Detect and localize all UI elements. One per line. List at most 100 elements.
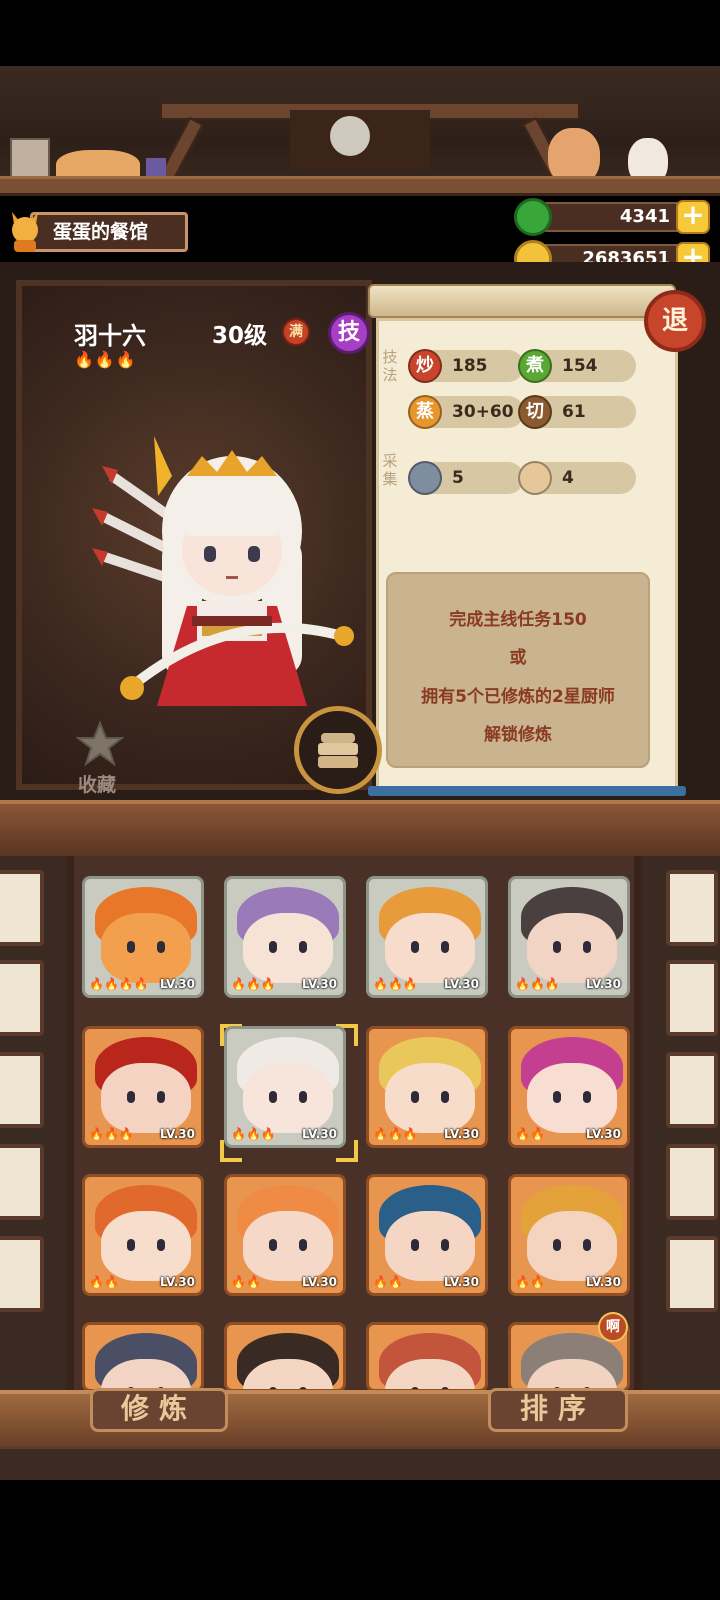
chef-card-level: LV.30 [586,1275,621,1289]
right-shelf [666,960,718,1036]
chef-eye [553,941,561,953]
chef-avatar [385,913,475,983]
chef-eye [441,1239,449,1251]
bread-value: 4 [562,468,574,488]
chef-card-level: LV.30 [586,977,621,991]
chef-avatar [101,913,191,983]
chef-card-stars: 🔥🔥 [373,1275,403,1289]
unlock-line-4: 解锁修炼 [484,725,552,745]
cut-icon: 切 [518,395,552,429]
chef-card[interactable]: 🔥🔥🔥 LV.30 [224,1026,346,1148]
gather-label: 采集 [382,452,398,488]
left-shelf [0,1144,44,1220]
steamer-icon [318,733,358,768]
roof-shelf [0,176,720,196]
chef-card[interactable]: 🔥🔥🔥 LV.30 [366,876,488,998]
restaurant-name: 蛋蛋的餐馆 [30,212,188,252]
chef-card[interactable]: 🔥🔥🔥 LV.30 [508,876,630,998]
restaurant-name-tag[interactable]: 蛋蛋的餐馆 [6,208,188,256]
fox-mascot-icon [12,212,38,252]
right-shelf [666,1052,718,1128]
chef-card-level: LV.30 [302,1275,337,1289]
chef-card-level: LV.30 [302,977,337,991]
chef-card[interactable]: 🔥🔥🔥 LV.30 [82,1026,204,1148]
chef-eye [583,1239,591,1251]
chef-eye [299,1091,307,1103]
train-button[interactable]: 修炼 [90,1388,228,1432]
green-jade-icon [514,198,552,236]
chef-eye [553,1091,561,1103]
chef-avatar [385,1211,475,1281]
left-shelf [0,870,44,946]
chef-card[interactable]: 🔥🔥 LV.30 [366,1174,488,1296]
chef-card-level: LV.30 [302,1127,337,1141]
chef-avatar [243,1063,333,1133]
raccoon-icon [330,116,370,156]
chef-card-stars: 🔥🔥🔥🔥 [89,977,149,991]
scroll-top-roll [368,284,676,318]
nav-area [0,1480,720,1600]
chef-card-stars: 🔥🔥 [231,1275,261,1289]
chef-card-level: LV.30 [160,1127,195,1141]
chef-card[interactable]: 🔥🔥 LV.30 [82,1174,204,1296]
unlock-line-3: 拥有5个已修炼的2星厨师 [421,687,615,707]
chef-eye [269,1239,277,1251]
max-level-badge: 满 [282,318,310,346]
bread-icon [518,461,552,495]
chef-card-stars: 🔥🔥 [89,1275,119,1289]
chef-card[interactable]: 🔥🔥🔥🔥 LV.30 [82,876,204,998]
add-jade-button[interactable]: + [676,200,710,234]
left-shelf [0,1052,44,1128]
chef-card[interactable]: 🔥🔥 LV.30 [508,1174,630,1296]
chef-card[interactable]: 🔥🔥🔥 LV.30 [366,1026,488,1148]
cut-value: 61 [562,402,586,422]
chef-card-level: LV.30 [160,977,195,991]
chef-card[interactable] [224,1322,346,1392]
technique-label: 技法 [382,348,398,384]
chef-eye [411,941,419,953]
right-shelf [666,1144,718,1220]
chef-card-stars: 🔥🔥🔥 [231,1127,276,1141]
exit-button[interactable]: 退 [644,290,706,352]
right-shelf [666,870,718,946]
chef-eye [299,941,307,953]
chef-card[interactable] [82,1322,204,1392]
chef-card-level: LV.30 [160,1275,195,1289]
skill-button[interactable]: 技 [328,312,370,354]
chef-card[interactable] [366,1322,488,1392]
chef-eye [157,941,165,953]
chef-eye [441,941,449,953]
chef-eye [127,1091,135,1103]
favorite-label: 收藏 [78,774,117,796]
new-badge: 啊 [598,1312,628,1342]
fish-value: 5 [452,468,464,488]
steamer-button[interactable] [294,706,382,794]
jade-value: 4341 [532,202,694,232]
chef-level: 30级 [212,323,268,349]
stir-fry-value: 185 [452,356,488,376]
chef-card[interactable]: 🔥🔥 LV.30 [508,1026,630,1148]
chef-card[interactable]: 🔥🔥🔥 LV.30 [224,876,346,998]
chef-avatar [527,913,617,983]
chef-eye [411,1239,419,1251]
chef-eye [299,1239,307,1251]
chef-card[interactable]: 🔥🔥 LV.30 [224,1174,346,1296]
chef-card-stars: 🔥🔥 [515,1127,545,1141]
sort-button[interactable]: 排序 [488,1388,628,1432]
chef-avatar [243,1211,333,1281]
floor-bar [0,1446,720,1480]
favorite-star-icon[interactable] [76,720,124,768]
chef-avatar [527,1211,617,1281]
stir-fry-icon: 炒 [408,349,442,383]
chef-eye [583,941,591,953]
unlock-line-2: 或 [509,648,527,668]
chef-eye [411,1091,419,1103]
chef-card-stars: 🔥🔥🔥 [231,977,276,991]
chef-card-level: LV.30 [444,1275,479,1289]
chef-eye [127,1239,135,1251]
fish-icon [408,461,442,495]
chef-eye [583,1091,591,1103]
scroll-bottom-edge [368,786,686,796]
chef-avatar [385,1063,475,1133]
unlock-line-1: 完成主线任务150 [449,610,587,630]
